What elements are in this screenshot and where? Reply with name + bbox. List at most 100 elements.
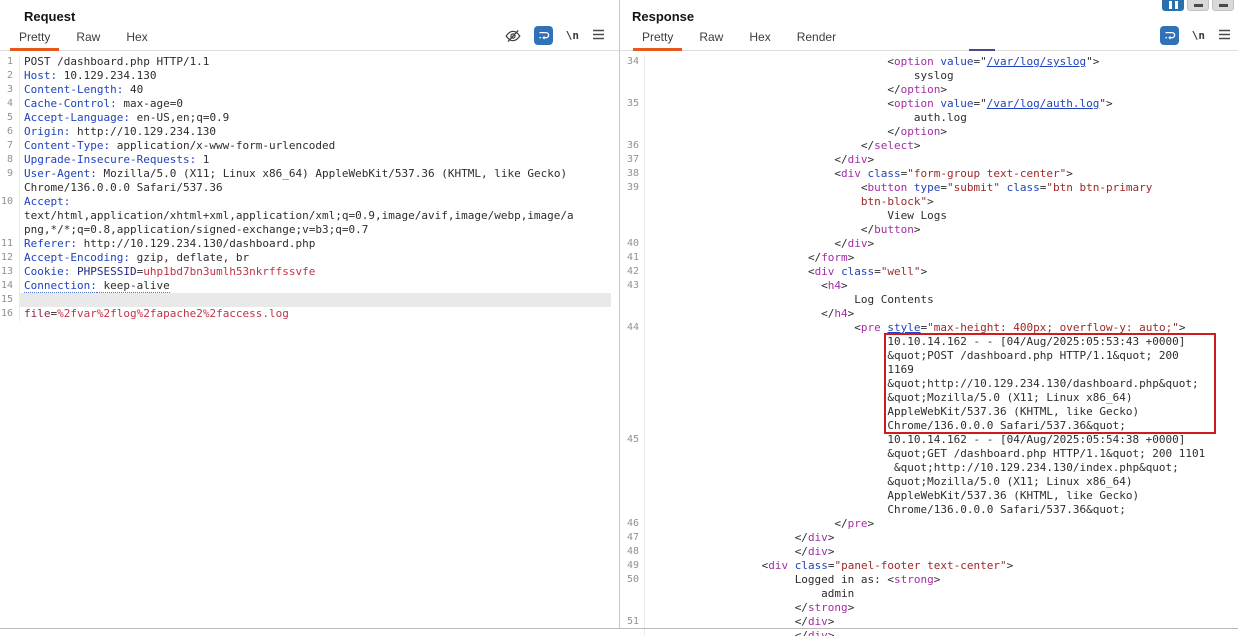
code-row: AppleWebKit/537.36 (KHTML, like Gecko) — [620, 405, 1238, 419]
code-line: 10.10.14.162 - - [04/Aug/2025:05:53:43 +… — [645, 335, 1230, 349]
code-line: Chrome/136.0.0.0 Safari/537.36 — [20, 181, 611, 195]
code-row: 7Content-Type: application/x-www-form-ur… — [0, 139, 619, 153]
code-row: 16file=%2fvar%2flog%2fapache2%2faccess.l… — [0, 307, 619, 321]
line-number: 36 — [620, 139, 645, 153]
line-number — [620, 419, 645, 433]
line-number: 16 — [0, 307, 20, 321]
menu-icon[interactable] — [1218, 27, 1231, 45]
response-tab-render[interactable]: Render — [788, 26, 845, 50]
line-number: 44 — [620, 321, 645, 335]
code-line: file=%2fvar%2flog%2fapache2%2faccess.log — [20, 307, 611, 321]
request-editor[interactable]: 1POST /dashboard.php HTTP/1.12Host: 10.1… — [0, 51, 619, 628]
code-line: 1169 — [645, 363, 1230, 377]
code-row: admin — [620, 587, 1238, 601]
code-row: 8Upgrade-Insecure-Requests: 1 — [0, 153, 619, 167]
code-row: btn-block"> — [620, 195, 1238, 209]
code-line: </strong> — [645, 601, 1230, 615]
code-row: View Logs — [620, 209, 1238, 223]
code-row: </option> — [620, 125, 1238, 139]
request-tab-raw[interactable]: Raw — [67, 26, 109, 50]
code-line: syslog — [645, 69, 1230, 83]
request-toolbar: \n — [505, 26, 605, 45]
response-tab-pretty[interactable]: Pretty — [633, 26, 682, 50]
tabs-layout-button[interactable] — [1212, 0, 1234, 11]
code-row: 1169 — [620, 363, 1238, 377]
code-line: &quot;Mozilla/5.0 (X11; Linux x86_64) — [645, 475, 1230, 489]
layout-buttons — [1162, 0, 1234, 11]
response-tab-hex[interactable]: Hex — [740, 26, 779, 50]
request-tab-hex[interactable]: Hex — [117, 26, 156, 50]
code-line: View Logs — [645, 209, 1230, 223]
code-line: </div> — [645, 615, 1230, 628]
line-number: 46 — [620, 517, 645, 531]
line-number: 6 — [0, 125, 20, 139]
request-tab-pretty[interactable]: Pretty — [10, 26, 59, 50]
response-editor[interactable]: 34<option value="/var/log/syslog">syslog… — [620, 51, 1238, 628]
code-row: 50Logged in as: <strong> — [620, 573, 1238, 587]
code-row: 43<h4> — [620, 279, 1238, 293]
line-number: 47 — [620, 531, 645, 545]
code-line: </h4> — [645, 307, 1230, 321]
code-row: &quot;http://10.129.234.130/index.php&qu… — [620, 461, 1238, 475]
line-number: 15 — [0, 293, 20, 307]
word-wrap-icon[interactable] — [1160, 26, 1179, 45]
code-row: </button> — [620, 223, 1238, 237]
code-row: 40</div> — [620, 237, 1238, 251]
code-line: <option value="/var/log/syslog"> — [645, 55, 1230, 69]
code-row: 10Accept: — [0, 195, 619, 209]
code-line: <div class="panel-footer text-center"> — [645, 559, 1230, 573]
line-number — [620, 601, 645, 615]
columns-layout-button[interactable] — [1162, 0, 1184, 11]
word-wrap-icon[interactable] — [534, 26, 553, 45]
hide-nonprintable-icon[interactable] — [505, 28, 521, 44]
tabs-layout-icon — [1219, 4, 1228, 7]
code-line: </div> — [645, 545, 1230, 559]
code-row: 38<div class="form-group text-center"> — [620, 167, 1238, 181]
code-line: Content-Type: application/x-www-form-url… — [20, 139, 611, 153]
line-number — [0, 181, 20, 195]
code-row: 34<option value="/var/log/syslog"> — [620, 55, 1238, 69]
line-number: 49 — [620, 559, 645, 573]
code-line: </div> — [645, 237, 1230, 251]
code-line: btn-block"> — [645, 195, 1230, 209]
columns-layout-icon — [1169, 1, 1178, 9]
code-row: 36</select> — [620, 139, 1238, 153]
line-number: 37 — [620, 153, 645, 167]
code-row: &quot;Mozilla/5.0 (X11; Linux x86_64) — [620, 391, 1238, 405]
line-number — [620, 363, 645, 377]
code-line: admin — [645, 587, 1230, 601]
code-line — [20, 293, 611, 307]
line-number: 9 — [0, 167, 20, 181]
code-row: 12Accept-Encoding: gzip, deflate, br — [0, 251, 619, 265]
code-row: 35<option value="/var/log/auth.log"> — [620, 97, 1238, 111]
response-tab-raw[interactable]: Raw — [690, 26, 732, 50]
line-number — [620, 475, 645, 489]
code-line: </select> — [645, 139, 1230, 153]
code-line: png,*/*;q=0.8,application/signed-exchang… — [20, 223, 611, 237]
code-line: &quot;GET /dashboard.php HTTP/1.1&quot; … — [645, 447, 1230, 461]
code-line: Cache-Control: max-age=0 — [20, 97, 611, 111]
code-row: 14Connection: keep-alive — [0, 279, 619, 293]
newline-icon[interactable]: \n — [566, 29, 579, 42]
code-line: AppleWebKit/537.36 (KHTML, like Gecko) — [645, 489, 1230, 503]
line-number — [620, 83, 645, 97]
code-line: &quot;http://10.129.234.130/dashboard.ph… — [645, 377, 1230, 391]
code-row: &quot;GET /dashboard.php HTTP/1.1&quot; … — [620, 447, 1238, 461]
line-number: 40 — [620, 237, 645, 251]
line-number: 50 — [620, 573, 645, 587]
line-number — [620, 195, 645, 209]
line-number: 13 — [0, 265, 20, 279]
rows-layout-button[interactable] — [1187, 0, 1209, 11]
code-row: </option> — [620, 83, 1238, 97]
code-row: text/html,application/xhtml+xml,applicat… — [0, 209, 619, 223]
line-number: 38 — [620, 167, 645, 181]
code-line: </option> — [645, 83, 1230, 97]
code-line: Origin: http://10.129.234.130 — [20, 125, 611, 139]
menu-icon[interactable] — [592, 27, 605, 45]
newline-icon[interactable]: \n — [1192, 29, 1205, 42]
code-line: <h4> — [645, 279, 1230, 293]
line-number — [620, 447, 645, 461]
line-number — [620, 391, 645, 405]
code-line: </option> — [645, 125, 1230, 139]
code-line: POST /dashboard.php HTTP/1.1 — [20, 55, 611, 69]
